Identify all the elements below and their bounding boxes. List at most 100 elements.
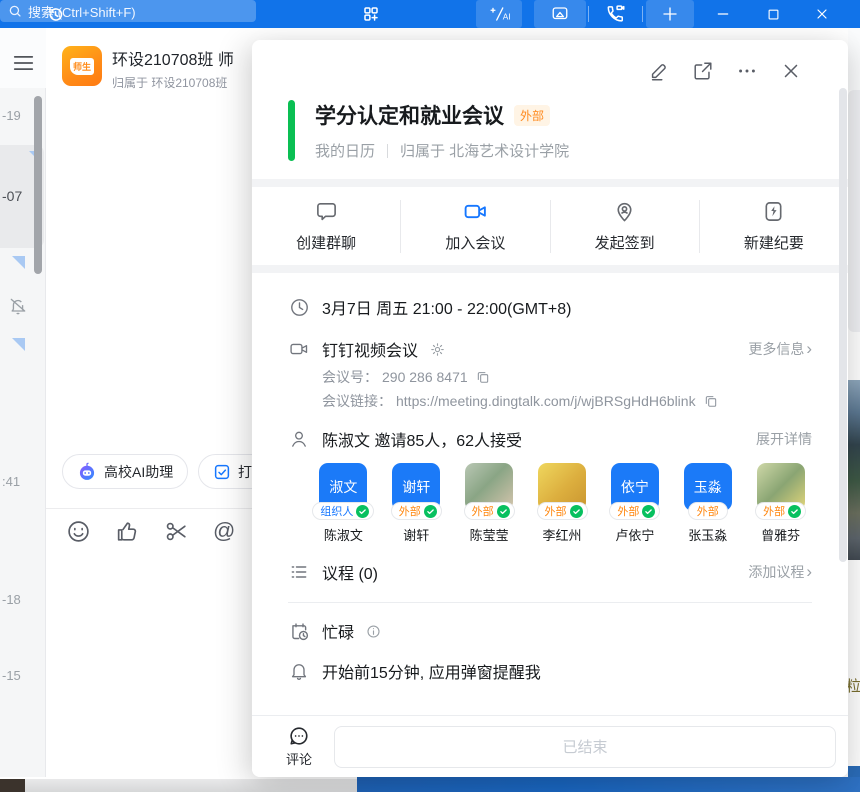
dingtalk-app: 搜索 (Ctrl+Shift+F) AI (0, 0, 860, 792)
window-close-button[interactable] (798, 0, 846, 28)
bell-icon (288, 661, 310, 681)
comment-button[interactable]: 评论 (276, 725, 322, 768)
attendee-item[interactable]: 依宁 外部 卢依宁 (603, 463, 666, 544)
strip-scrollbar[interactable] (34, 96, 42, 274)
attendee-badge: 外部 (391, 502, 442, 520)
reminder-label[interactable]: 开始前15分钟, 应用弹窗提醒我 (322, 659, 541, 683)
add-agenda-link[interactable]: 添加议程 › (748, 562, 812, 582)
emoji-icon[interactable] (66, 519, 91, 544)
start-checkin-button[interactable]: 发起签到 (550, 200, 699, 253)
chat-subtitle: 归属于 环设210708班 (112, 74, 234, 91)
video-camera-icon (288, 339, 310, 359)
chat-header-text: 环设210708班 师 归属于 环设210708班 (112, 46, 234, 91)
section-divider (252, 265, 848, 273)
call-icon[interactable] (592, 0, 638, 28)
maximize-button[interactable] (750, 0, 796, 28)
copy-icon[interactable] (704, 394, 718, 408)
photo-message-fragment (848, 380, 860, 560)
screencast-icon[interactable] (534, 0, 586, 28)
group-avatar-label: 师生 (70, 58, 94, 75)
more-icon[interactable] (736, 60, 758, 82)
calendar-color-bar (288, 100, 295, 161)
panel-close-icon[interactable] (780, 60, 802, 82)
info-icon[interactable] (366, 624, 381, 639)
chat-bubble-icon (315, 200, 338, 224)
meeting-name[interactable]: 钉钉视频会议 (322, 337, 418, 361)
history-icon[interactable] (40, 0, 70, 28)
scissors-icon[interactable] (164, 519, 189, 544)
attendee-name: 陈淑文 (324, 525, 363, 544)
action-label: 发起签到 (595, 232, 655, 253)
busy-label[interactable]: 忙碌 (322, 619, 354, 643)
apps-grid-icon[interactable] (356, 0, 386, 28)
ai-assistant-icon[interactable]: AI (476, 0, 522, 28)
edit-icon[interactable] (648, 60, 670, 82)
event-title-section: 学分认定和就业会议 外部 我的日历 归属于 北海艺术设计学院 (252, 92, 848, 179)
chat-input-divider (46, 508, 258, 509)
more-info-link[interactable]: 更多信息 › (748, 339, 812, 359)
accepted-check-icon (642, 505, 655, 518)
background-fragment (848, 90, 860, 332)
minimize-button[interactable] (700, 0, 746, 28)
attendee-name: 谢轩 (403, 525, 429, 544)
event-details: 3月7日 周五 21:00 - 22:00(GMT+8) 钉钉视频会议 更多信息… (252, 273, 848, 683)
attendee-badge: 外部 (755, 502, 806, 520)
accepted-check-icon (788, 505, 801, 518)
attendee-item[interactable]: 谢轩 外部 谢轩 (385, 463, 448, 544)
panel-header (252, 40, 848, 92)
comment-label: 评论 (286, 749, 312, 768)
external-badge: 外部 (514, 105, 550, 126)
group-avatar[interactable]: 师生 (62, 46, 102, 86)
expand-details-link[interactable]: 展开详情 (756, 429, 812, 449)
titlebar-divider (642, 6, 643, 22)
thumbs-up-icon[interactable] (115, 519, 140, 544)
conversation-timestamp[interactable]: -15 (2, 668, 21, 683)
create-group-chat-button[interactable]: 创建群聊 (252, 200, 400, 253)
event-title: 学分认定和就业会议 (315, 100, 504, 130)
busy-status-icon (288, 621, 310, 642)
add-icon[interactable] (646, 0, 694, 28)
attendee-name: 张玉淼 (688, 525, 727, 544)
conversation-timestamp[interactable]: :41 (2, 474, 20, 489)
conversation-timestamp[interactable]: -19 (2, 108, 21, 123)
event-status-button[interactable]: 已结束 (334, 726, 836, 768)
new-minutes-button[interactable]: 新建纪要 (699, 200, 848, 253)
panel-scrollbar[interactable] (839, 88, 847, 562)
row-divider (288, 602, 812, 603)
attendee-item[interactable]: 玉淼 外部 张玉淼 (676, 463, 739, 544)
attendee-badge: 组织人 (312, 502, 374, 520)
meeting-link[interactable]: https://meeting.dingtalk.com/j/wjBRSgHdH… (396, 393, 696, 409)
strip-header (0, 28, 46, 88)
attendee-name: 卢依宁 (615, 525, 654, 544)
campus-ai-assistant-button[interactable]: 高校AI助理 (62, 454, 188, 489)
attendee-item[interactable]: 淑文 组织人 陈淑文 (312, 463, 375, 544)
check-calendar-icon (213, 463, 231, 481)
conversation-timestamp: -07 (2, 188, 22, 204)
campus-ai-assistant-label: 高校AI助理 (104, 462, 173, 482)
copy-icon[interactable] (476, 370, 490, 384)
search-input[interactable]: 搜索 (Ctrl+Shift+F) (0, 0, 256, 22)
reminder-row: 开始前15分钟, 应用弹窗提醒我 (288, 659, 812, 683)
attendee-name: 陈莹莹 (470, 525, 509, 544)
open-external-icon[interactable] (692, 60, 714, 82)
gear-icon[interactable] (430, 342, 445, 357)
action-label: 创建群聊 (296, 232, 356, 253)
attendee-badge: 外部 (464, 502, 515, 520)
ai-label: AI (503, 12, 511, 21)
background-fragment (25, 779, 357, 792)
menu-icon[interactable] (13, 54, 34, 72)
attendee-item[interactable]: 外部 曾雅芬 (749, 463, 812, 544)
attendee-badge: 外部 (537, 502, 588, 520)
section-divider (252, 179, 848, 187)
attendee-item[interactable]: 外部 陈莹莹 (458, 463, 521, 544)
chat-title: 环设210708班 师 (112, 46, 234, 70)
attendees-row: 陈淑文 邀请85人，62人接受 展开详情 (288, 427, 812, 451)
mute-bell-icon (8, 296, 28, 316)
attendee-item[interactable]: 外部 李红州 (531, 463, 594, 544)
mention-icon[interactable]: @ (213, 518, 235, 544)
meeting-id: 290 286 8471 (382, 369, 468, 385)
busy-row: 忙碌 (288, 619, 812, 643)
accepted-check-icon (424, 505, 437, 518)
join-meeting-button[interactable]: 加入会议 (400, 200, 549, 253)
conversation-timestamp[interactable]: -18 (2, 592, 21, 607)
